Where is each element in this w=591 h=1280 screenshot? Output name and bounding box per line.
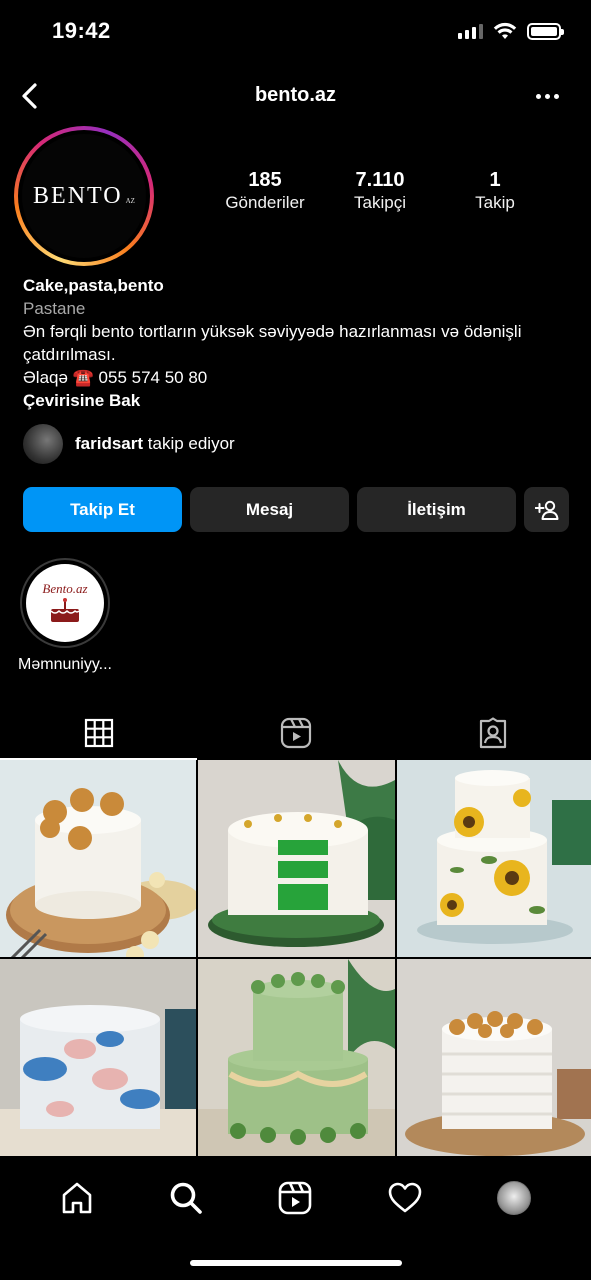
profile-tabs bbox=[0, 708, 591, 760]
more-dot-icon bbox=[544, 93, 550, 99]
status-bar: 19:42 bbox=[0, 0, 591, 64]
post-image bbox=[198, 959, 395, 1156]
battery-icon bbox=[527, 22, 564, 40]
profile-username: bento.az bbox=[254, 84, 337, 106]
more-dot-icon bbox=[553, 93, 559, 99]
post-image bbox=[0, 959, 196, 1156]
profile-avatar bbox=[497, 1181, 532, 1215]
post-image bbox=[397, 760, 591, 957]
post-thumbnail[interactable] bbox=[397, 959, 591, 1156]
profile-bio: Cake,pasta,bento Pastane Ən fərqli bento… bbox=[23, 274, 573, 412]
post-thumbnail[interactable] bbox=[0, 760, 196, 957]
bio-description: Ən fərqli bento tortların yüksək səviyyə… bbox=[23, 322, 522, 364]
profile-actions: Takip Et Mesaj İletişim bbox=[23, 487, 569, 532]
profile-stats: 185 Gönderiler 7.110 Takipçi 1 Takip bbox=[205, 168, 565, 214]
follower-avatar bbox=[23, 424, 63, 464]
bio-contact: Əlaqə ☎️ 055 574 50 80 bbox=[23, 368, 208, 387]
stat-followers[interactable]: 7.110 Takipçi bbox=[325, 168, 435, 214]
stat-following[interactable]: 1 Takip bbox=[435, 168, 555, 214]
stat-followers-label: Takipçi bbox=[354, 193, 406, 212]
stat-posts-value: 185 bbox=[248, 169, 282, 191]
nav-profile[interactable] bbox=[494, 1178, 534, 1218]
wifi-icon bbox=[493, 22, 517, 39]
nav-activity[interactable] bbox=[385, 1178, 425, 1218]
bottom-navigation bbox=[0, 1160, 591, 1280]
highlight-logo-text: Bento.az bbox=[42, 581, 88, 596]
profile-category: Pastane bbox=[23, 299, 86, 318]
post-image bbox=[397, 959, 591, 1156]
reels-icon bbox=[280, 717, 311, 749]
post-thumbnail[interactable] bbox=[198, 959, 395, 1156]
stat-followers-value: 7.110 bbox=[355, 169, 405, 191]
more-dot-icon bbox=[535, 93, 541, 99]
follow-button[interactable]: Takip Et bbox=[23, 487, 182, 532]
profile-avatar-story-ring[interactable]: BENTO AZ bbox=[14, 126, 154, 266]
post-thumbnail[interactable] bbox=[397, 760, 591, 957]
nav-reels[interactable] bbox=[275, 1178, 315, 1218]
grid-icon bbox=[84, 718, 113, 748]
cellular-signal-icon bbox=[458, 23, 483, 39]
contact-button[interactable]: İletişim bbox=[357, 487, 516, 532]
story-highlight[interactable]: Bento.az Məmnuniyy... bbox=[10, 558, 120, 674]
tab-reels[interactable] bbox=[197, 708, 394, 758]
posts-grid bbox=[0, 760, 591, 1160]
nav-home[interactable] bbox=[57, 1178, 97, 1218]
stat-posts-label: Gönderiler bbox=[225, 193, 305, 212]
post-image bbox=[0, 760, 196, 957]
search-icon bbox=[170, 1182, 202, 1214]
tagged-icon bbox=[479, 717, 506, 749]
reels-icon bbox=[279, 1181, 312, 1215]
more-options-button[interactable] bbox=[529, 84, 565, 108]
followed-by-row[interactable]: faridsart takip ediyor bbox=[23, 424, 235, 464]
stat-following-label: Takip bbox=[475, 193, 515, 212]
status-icons bbox=[458, 22, 564, 40]
tab-posts[interactable] bbox=[0, 708, 197, 760]
followed-by-suffix: takip ediyor bbox=[147, 434, 235, 453]
followed-by-text: faridsart takip ediyor bbox=[75, 434, 235, 454]
stat-following-value: 1 bbox=[489, 169, 501, 191]
highlight-cover: Bento.az bbox=[26, 564, 104, 642]
profile-avatar: BENTO AZ bbox=[22, 134, 146, 258]
home-indicator bbox=[190, 1260, 402, 1266]
follower-username: faridsart bbox=[75, 434, 144, 453]
profile-header: bento.az bbox=[0, 72, 591, 120]
message-button[interactable]: Mesaj bbox=[190, 487, 349, 532]
profile-display-name: Cake,pasta,bento bbox=[23, 276, 164, 295]
suggest-people-button[interactable] bbox=[524, 487, 569, 532]
tab-tagged[interactable] bbox=[394, 708, 591, 758]
add-person-icon bbox=[534, 500, 558, 520]
stat-posts[interactable]: 185 Gönderiler bbox=[205, 168, 325, 214]
cake-icon bbox=[50, 598, 80, 622]
post-thumbnail[interactable] bbox=[198, 760, 395, 957]
highlight-label: Məmnuniyy... bbox=[18, 656, 112, 673]
status-time: 19:42 bbox=[52, 18, 111, 43]
heart-icon bbox=[388, 1182, 422, 1213]
translate-link[interactable]: Çevirisine Bak bbox=[23, 389, 573, 412]
avatar-logo-text: BENTO bbox=[33, 182, 123, 209]
nav-search[interactable] bbox=[166, 1178, 206, 1218]
post-image bbox=[198, 760, 395, 957]
avatar-logo-subtext: AZ bbox=[125, 197, 135, 205]
home-icon bbox=[62, 1182, 91, 1214]
post-thumbnail[interactable] bbox=[0, 959, 196, 1156]
